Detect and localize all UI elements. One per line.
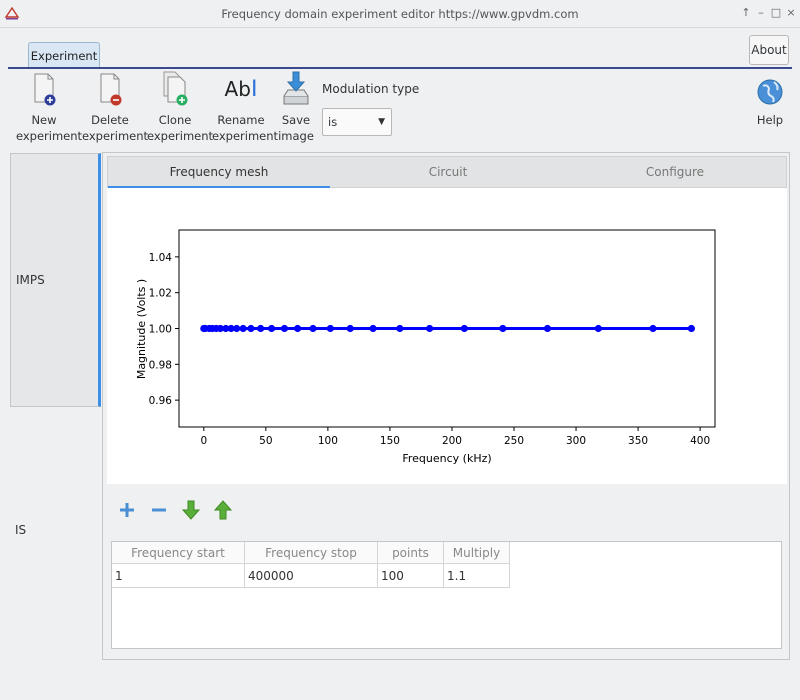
x-axis-label: Frequency (kHz) (402, 452, 491, 465)
data-point (346, 324, 354, 333)
delete-label-1: Delete (91, 113, 129, 127)
ribbon-divider (8, 67, 792, 69)
data-point (460, 324, 468, 333)
window-title: Frequency domain experiment editor https… (221, 7, 579, 21)
data-point (257, 324, 265, 333)
experiment-list: IMPS IS (10, 153, 102, 660)
modulation-type-value: is (328, 115, 338, 129)
data-point (267, 324, 276, 333)
help-button[interactable]: Help (752, 70, 788, 128)
data-point (233, 324, 241, 333)
clone-document-icon (163, 71, 188, 106)
rename-label-2: experiment (212, 129, 279, 143)
tab-circuit[interactable]: Circuit (336, 157, 560, 188)
y-tick-label: 1.00 (149, 324, 172, 336)
new-label-1: New (31, 113, 57, 127)
x-tick-label: 250 (504, 435, 524, 447)
modulation-type-select[interactable]: is ▼ (322, 108, 392, 136)
column-header[interactable]: Frequency start (112, 542, 245, 564)
x-tick-label: 100 (318, 435, 338, 447)
modulation-type-label: Modulation type (322, 82, 420, 96)
data-point (239, 324, 247, 333)
column-header[interactable]: Multiply (444, 542, 510, 564)
toolbar: New experiment Delete experiment Clone e… (0, 70, 800, 150)
frequency-chart: 0 50 100 150 200 250 300 350 400 0.96 0.98 1.00 1.0… (135, 229, 716, 465)
delete-label-2: experiment (82, 129, 149, 143)
data-point (649, 324, 657, 333)
column-header[interactable]: points (378, 542, 444, 564)
y-axis-label: Magnitude (Volts ) (135, 279, 148, 379)
maximize-button[interactable]: □ (770, 6, 782, 19)
delete-experiment-button[interactable]: Delete experiment (82, 70, 149, 144)
data-point (594, 324, 602, 333)
clone-label-1: Clone (158, 113, 192, 127)
new-label-2: experiment (16, 129, 83, 143)
data-point (280, 324, 289, 333)
save-image-icon (283, 71, 309, 105)
inner-tab-bar: Frequency mesh Circuit Configure (107, 156, 787, 188)
table-cell[interactable]: 1.1 (444, 564, 510, 588)
x-tick-label: 0 (200, 435, 207, 447)
title-bar: Frequency domain experiment editor https… (0, 0, 800, 28)
remove-row-button[interactable] (149, 499, 169, 521)
table-cell[interactable]: 100 (378, 564, 444, 588)
x-tick-label: 400 (690, 435, 710, 447)
y-tick-label: 1.02 (149, 288, 172, 300)
table-cell[interactable]: 400000 (245, 564, 378, 588)
column-header[interactable]: Frequency stop (245, 542, 378, 564)
clone-experiment-button[interactable]: Clone experiment (147, 70, 214, 144)
frequency-mesh-table: Frequency start Frequency stop points Mu… (111, 541, 782, 649)
save-label-2: image (278, 129, 314, 143)
y-tick-label: 1.04 (149, 252, 173, 264)
data-point (326, 324, 334, 333)
clone-label-2: experiment (147, 129, 214, 143)
help-label: Help (756, 113, 784, 127)
data-point (426, 324, 434, 333)
close-button[interactable]: × (785, 6, 797, 19)
about-button[interactable]: About (749, 35, 789, 65)
modulation-type: Modulation type is ▼ (322, 82, 419, 136)
data-point (543, 324, 552, 333)
move-down-button[interactable] (181, 499, 201, 521)
minimize-button[interactable]: – (755, 6, 767, 19)
data-point (294, 324, 302, 333)
save-label-1: Save (281, 113, 311, 127)
x-tick-label: 350 (628, 435, 648, 447)
tab-imps[interactable]: IMPS (10, 153, 101, 407)
y-tick-label: 0.96 (149, 395, 173, 407)
data-point (309, 324, 317, 333)
tab-experiment[interactable]: Experiment (28, 42, 100, 68)
x-tick-label: 200 (442, 435, 462, 447)
tab-configure[interactable]: Configure (564, 157, 786, 188)
x-tick-label: 300 (566, 435, 586, 447)
save-image-button[interactable]: Save image (276, 70, 316, 144)
shade-button[interactable]: ↑ (740, 6, 752, 19)
data-point (369, 324, 377, 333)
table-cell[interactable]: 1 (112, 564, 245, 588)
data-point (396, 324, 404, 333)
tab-frequency-mesh[interactable]: Frequency mesh (108, 157, 330, 188)
frequency-plot: 0 50 100 150 200 250 300 350 400 0.96 0.98 1.00 1.0… (107, 188, 787, 484)
rename-icon: AbI (224, 77, 258, 102)
move-up-button[interactable] (213, 499, 233, 521)
x-tick-label: 150 (380, 435, 400, 447)
data-point (499, 324, 507, 333)
chevron-down-icon: ▼ (378, 117, 385, 127)
data-point (247, 324, 255, 333)
new-document-icon (34, 73, 56, 106)
globe-icon (757, 79, 783, 105)
rename-experiment-button[interactable]: AbI Rename experiment (212, 70, 279, 144)
data-point (687, 324, 696, 333)
new-experiment-button[interactable]: New experiment (16, 70, 83, 144)
rename-label-1: Rename (217, 113, 265, 127)
ribbon-tabs: Experiment About (8, 28, 792, 70)
x-tick-label: 50 (259, 435, 272, 447)
add-row-button[interactable] (117, 499, 137, 521)
y-tick-label: 0.98 (149, 359, 172, 371)
main-panel: Frequency mesh Circuit Configure 0 50 100 1… (102, 152, 790, 660)
delete-document-icon (100, 73, 122, 106)
tab-is[interactable]: IS (10, 523, 101, 543)
